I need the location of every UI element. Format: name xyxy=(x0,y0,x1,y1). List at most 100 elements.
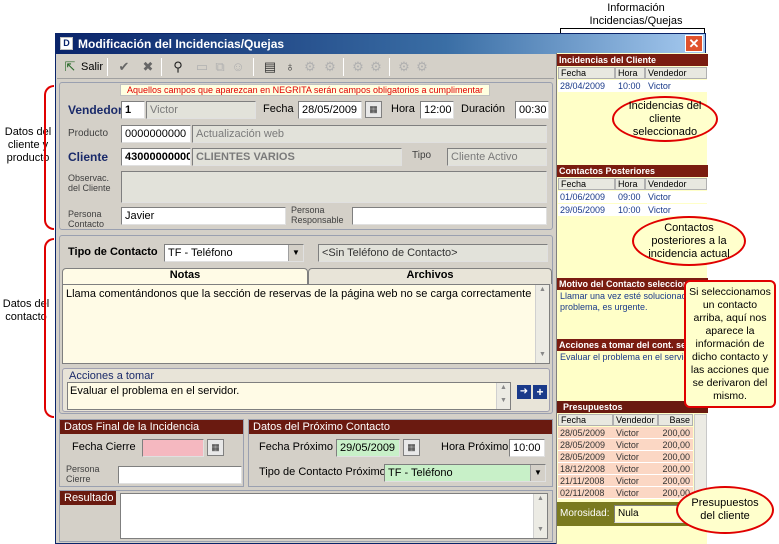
fecha-proximo-field[interactable]: 29/05/2009 xyxy=(336,439,400,457)
persona-cierre-field[interactable] xyxy=(118,466,242,484)
users-icon[interactable]: ☺ xyxy=(229,58,247,76)
annotation-informacion: Información Incidencias/Quejas xyxy=(589,2,683,27)
hora-label: Hora xyxy=(391,103,415,115)
tool-icon-5[interactable]: ⚙ xyxy=(395,58,413,76)
table-row[interactable]: 02/11/2008 Victor 200,00 xyxy=(558,487,693,499)
col-header-vendedor: Vendedor xyxy=(613,414,658,426)
scroll-down-icon[interactable]: ▼ xyxy=(498,397,509,408)
table-row[interactable]: 21/11/2008 Victor 200,00 xyxy=(558,475,693,487)
table-cell: Victor xyxy=(616,452,639,462)
table-row[interactable]: 28/05/2009 Victor 200,00 xyxy=(558,439,693,451)
table-row[interactable]: 29/05/2009 10:00 Victor xyxy=(558,204,707,216)
resultado-panel: Resultado ▲ ▼ xyxy=(59,490,553,542)
vendedor-name-field: Victor xyxy=(146,101,256,119)
persona-cierre-label: Persona Cierre xyxy=(66,464,100,484)
tipo-field: Cliente Activo xyxy=(447,148,547,166)
report-icon[interactable]: ▤ xyxy=(261,58,279,76)
scroll-down-icon[interactable]: ▼ xyxy=(535,526,546,537)
col-header-base: Base xyxy=(658,414,693,426)
table-row[interactable]: 18/12/2008 Victor 200,00 xyxy=(558,463,693,475)
copy-icon[interactable]: ⧉ xyxy=(211,58,229,76)
col-header-fecha: Fecha xyxy=(558,178,615,190)
scroll-up-icon[interactable]: ▲ xyxy=(537,286,548,297)
title-bar[interactable]: D Modificación del Incidencias/Quejas ✕ xyxy=(56,34,705,54)
cliente-code-field[interactable]: 43000000000 xyxy=(121,148,191,166)
plus-icon[interactable]: + xyxy=(533,385,547,399)
cancel-icon[interactable]: ✖ xyxy=(139,58,157,76)
contact-panel: Tipo de Contacto TF - Teléfono ▼ <Sin Te… xyxy=(59,235,553,414)
acciones-scrollbar[interactable]: ▲ ▼ xyxy=(496,383,510,409)
final-panel: Datos Final de la Incidencia Fecha Cierr… xyxy=(59,419,244,487)
morosidad-label: Morosidad: xyxy=(560,508,610,519)
tool-icon-4[interactable]: ⚙ xyxy=(367,58,385,76)
persona-contacto-field[interactable]: Javier xyxy=(121,207,286,225)
presupuestos-scrollbar[interactable] xyxy=(694,414,707,499)
table-cell: 01/06/2009 xyxy=(560,192,606,202)
table-cell: 200,00 xyxy=(662,428,690,438)
persona-responsable-label: Persona Responsable xyxy=(291,205,344,225)
acciones-textarea[interactable]: Evaluar el problema en el servidor. ▲ ▼ xyxy=(67,382,511,410)
table-cell: 28/05/2009 xyxy=(560,440,606,450)
acciones-label: Acciones a tomar xyxy=(69,370,154,382)
calendar-icon[interactable]: ▦ xyxy=(365,101,382,118)
producto-code-field[interactable]: 0000000000 xyxy=(121,125,191,143)
tipo-contacto-value: TF - Teléfono xyxy=(168,247,233,259)
notas-scrollbar[interactable]: ▲ ▼ xyxy=(535,285,549,363)
notas-textarea[interactable]: Llama comentándonos que la sección de re… xyxy=(62,284,550,364)
resultado-textarea[interactable]: ▲ ▼ xyxy=(120,493,548,539)
tool-icon-6[interactable]: ⚙ xyxy=(413,58,431,76)
lightbulb-icon[interactable]: ♁ xyxy=(281,58,299,76)
scroll-up-icon[interactable]: ▲ xyxy=(535,495,546,506)
binoculars-icon[interactable]: ⚲ xyxy=(169,58,187,76)
arrow-right-icon[interactable]: ➜ xyxy=(517,385,531,399)
exit-icon[interactable]: ⇱ xyxy=(61,58,79,76)
duracion-field[interactable]: 00:30 xyxy=(515,101,549,119)
contactos-header: Contactos Posteriores xyxy=(557,165,708,177)
table-cell: 200,00 xyxy=(662,464,690,474)
observac-field xyxy=(121,171,547,203)
fecha-field[interactable]: 28/05/2009 xyxy=(298,101,362,119)
observac-label: Observac. del Cliente xyxy=(68,173,111,193)
table-row[interactable]: 28/05/2009 Victor 200,00 xyxy=(558,427,693,439)
callout-contactos: Contactos posteriores a la incidencia ac… xyxy=(632,216,746,266)
calendar-icon[interactable]: ▦ xyxy=(403,439,420,456)
incidencias-header: Incidencias del Cliente xyxy=(557,54,708,66)
window-title: Modificación del Incidencias/Quejas xyxy=(78,37,285,51)
tab-archivos[interactable]: Archivos xyxy=(308,268,552,284)
chevron-down-icon[interactable]: ▼ xyxy=(288,245,303,261)
callout-motivo: Si seleccionamos un contacto arriba, aqu… xyxy=(684,280,776,408)
close-button[interactable]: ✕ xyxy=(685,35,703,52)
col-header-hora: Hora xyxy=(615,67,645,79)
table-cell: 200,00 xyxy=(662,452,690,462)
tipo-proximo-select[interactable]: TF - Teléfono ▼ xyxy=(384,464,546,482)
scroll-down-icon[interactable]: ▼ xyxy=(537,351,548,362)
vendedor-code-field[interactable]: 1 xyxy=(121,101,145,119)
tool-icon-1[interactable]: ⚙ xyxy=(301,58,319,76)
tipo-label: Tipo xyxy=(412,150,432,161)
table-cell: 18/12/2008 xyxy=(560,464,606,474)
tab-notas[interactable]: Notas xyxy=(62,268,308,284)
calendar-icon[interactable]: ▦ xyxy=(207,439,224,456)
accept-icon[interactable]: ✔ xyxy=(115,58,133,76)
callout-incidencias: Incidencias del cliente seleccionado xyxy=(612,96,718,142)
tipo-contacto-select[interactable]: TF - Teléfono ▼ xyxy=(164,244,304,262)
table-row[interactable]: 01/06/2009 09:00 Victor xyxy=(558,191,707,203)
annotation-brace-contacto xyxy=(44,238,54,418)
tool-icon-2[interactable]: ⚙ xyxy=(321,58,339,76)
table-row[interactable]: 28/04/2009 10:00 Victor xyxy=(558,80,707,92)
proximo-header: Datos del Próximo Contacto xyxy=(249,420,552,434)
hora-field[interactable]: 12:00 xyxy=(420,101,454,119)
fecha-cierre-field[interactable] xyxy=(142,439,204,457)
final-header: Datos Final de la Incidencia xyxy=(60,420,243,434)
hora-proximo-field[interactable]: 10:00 xyxy=(509,439,545,457)
table-cell: 200,00 xyxy=(662,476,690,486)
tool-icon-3[interactable]: ⚙ xyxy=(349,58,367,76)
persona-responsable-field[interactable] xyxy=(352,207,547,225)
resultado-scrollbar[interactable]: ▲ ▼ xyxy=(533,494,547,538)
table-cell: Victor xyxy=(616,488,639,498)
new-record-icon[interactable]: ▭ xyxy=(193,58,211,76)
exit-button-label[interactable]: Salir xyxy=(81,61,103,73)
chevron-down-icon[interactable]: ▼ xyxy=(530,465,545,481)
scroll-up-icon[interactable]: ▲ xyxy=(498,384,509,395)
table-row[interactable]: 28/05/2009 Victor 200,00 xyxy=(558,451,693,463)
